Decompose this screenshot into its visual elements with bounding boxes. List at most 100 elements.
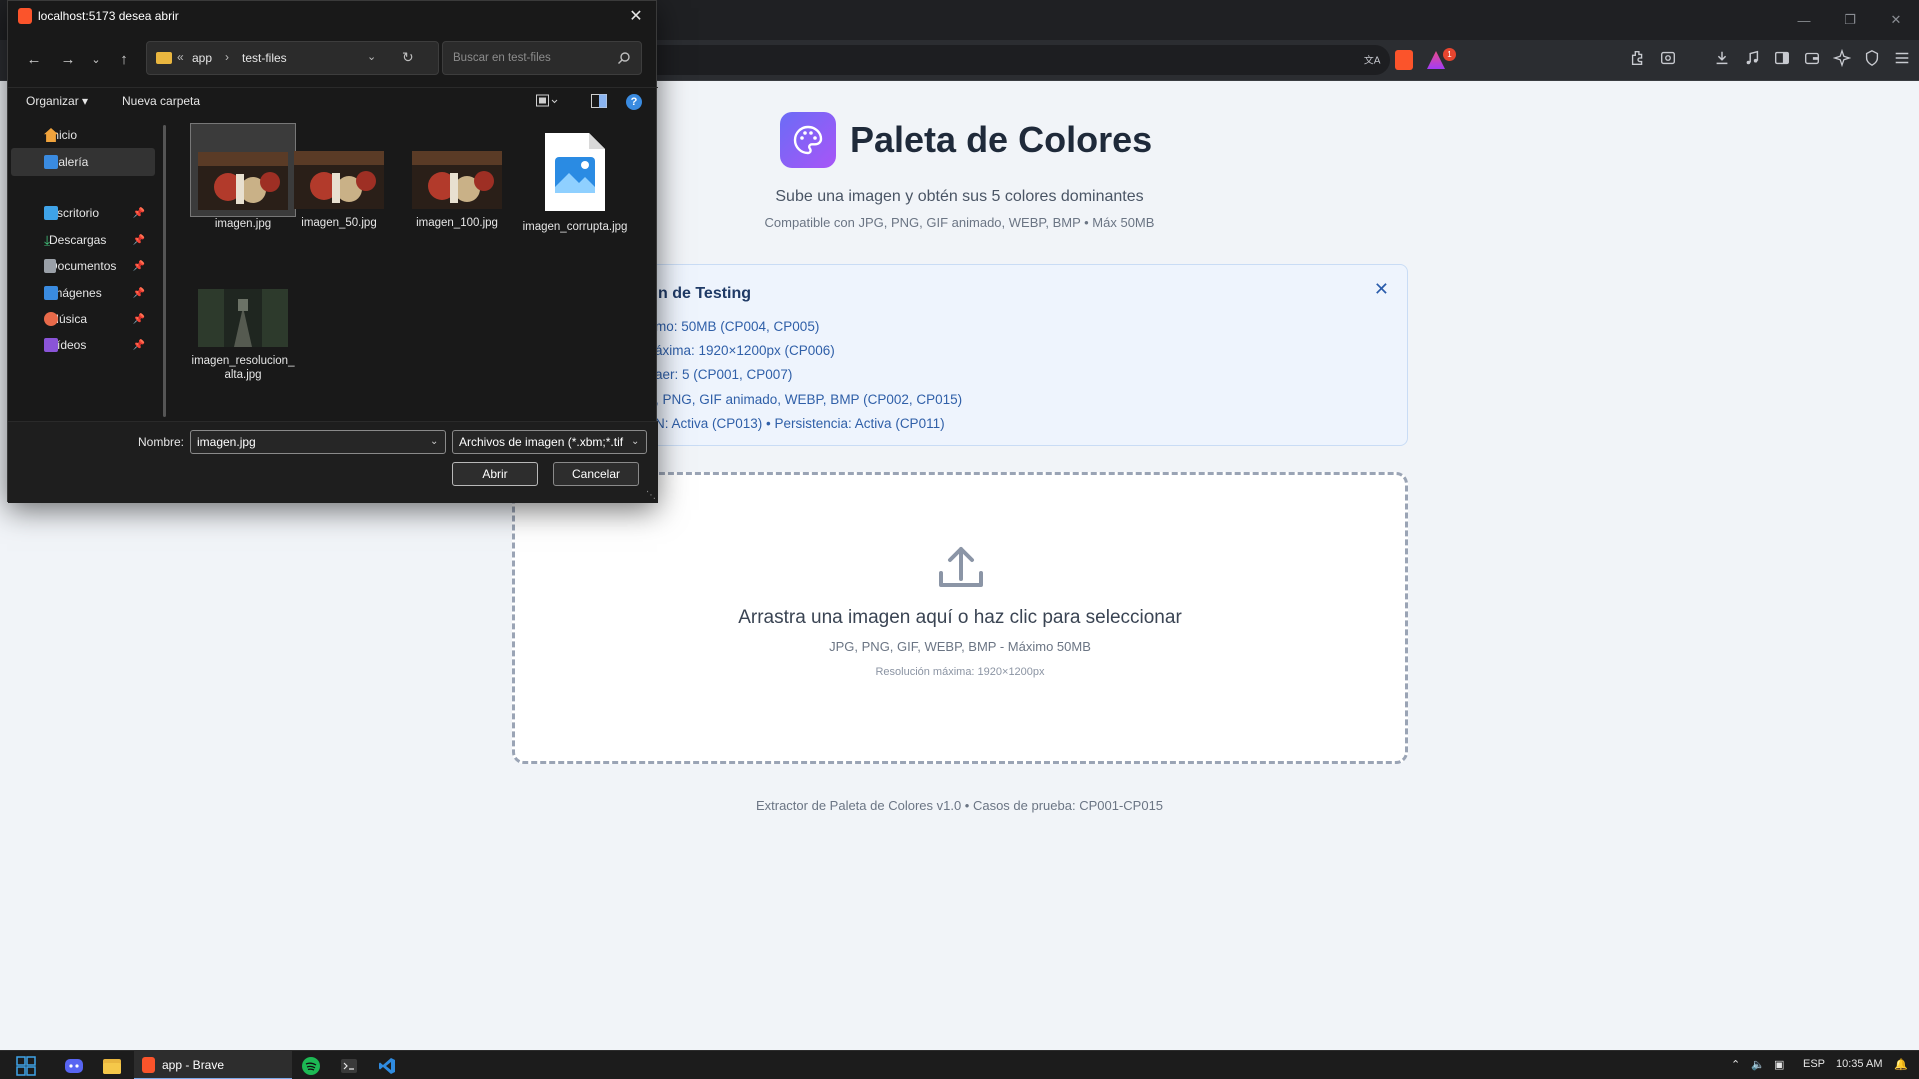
close-window-icon[interactable]: ✕ <box>1873 0 1919 40</box>
gallery-icon <box>44 155 58 169</box>
tray-overflow-icon[interactable]: ⌃ <box>1731 1058 1740 1071</box>
sidebar-item-imagenes[interactable]: Imágenes 📌 <box>11 279 155 307</box>
address-bar[interactable] <box>640 45 1390 75</box>
chevron-down-icon[interactable]: ⌄ <box>86 49 106 69</box>
page-title: Paleta de Colores <box>850 119 1153 160</box>
leo-ai-icon[interactable] <box>1832 48 1852 68</box>
browser-toolbar-icons <box>1628 48 1912 68</box>
download-icon: ⤓ <box>44 232 51 248</box>
file-item-imagen-100[interactable]: imagen_100.jpg <box>404 151 510 230</box>
image-dropzone[interactable]: Arrastra una imagen aquí o haz clic para… <box>512 472 1408 764</box>
music-icon <box>44 312 58 326</box>
pin-icon: 📌 <box>132 287 145 299</box>
close-icon[interactable]: ✕ <box>1374 279 1389 300</box>
sidebar-scrollbar[interactable] <box>163 125 166 417</box>
file-type-select[interactable]: Archivos de imagen (*.xbm;*.tif <box>452 430 647 454</box>
chevron-down-icon[interactable]: ⌄ <box>631 436 639 447</box>
sidebar-item-documentos[interactable]: Documentos 📌 <box>11 252 155 280</box>
dialog-sidebar: Inicio Galería Escritorio 📌 ⤓ Descargas … <box>8 121 156 421</box>
screenshot-icon[interactable] <box>1658 48 1678 68</box>
sidebar-toggle-icon[interactable] <box>1772 48 1792 68</box>
file-explorer-icon[interactable] <box>101 1055 123 1077</box>
file-item-imagen-50[interactable]: imagen_50.jpg <box>286 151 392 230</box>
file-list: imagen.jpg imagen_50.jpg imagen_100.jpg <box>173 121 653 421</box>
pin-icon: 📌 <box>132 234 145 246</box>
refresh-icon[interactable]: ↻ <box>402 49 414 66</box>
testing-item: áxima: 1920×1200px (CP006) <box>655 343 835 359</box>
page-footer: Extractor de Paleta de Colores v1.0 • Ca… <box>755 798 1164 813</box>
chevron-down-icon[interactable]: ⌄ <box>430 436 438 447</box>
folder-icon <box>156 52 172 64</box>
wallet-icon[interactable] <box>1802 48 1822 68</box>
overflow-chevron-icon[interactable]: « <box>177 50 184 64</box>
sidebar-item-escritorio[interactable]: Escritorio 📌 <box>11 199 155 227</box>
new-folder-button[interactable]: Nueva carpeta <box>122 94 200 108</box>
file-item-imagen-resolucion-alta[interactable]: imagen_resolucion_alta.jpg <box>190 289 296 382</box>
extensions-icon[interactable] <box>1628 48 1648 68</box>
videos-icon <box>44 338 58 352</box>
brave-logo-icon <box>142 1057 155 1073</box>
taskbar-brave-app[interactable]: app - Brave <box>134 1051 292 1079</box>
open-button[interactable]: Abrir <box>452 462 538 486</box>
translate-icon[interactable]: 文A <box>1362 50 1382 70</box>
chevron-down-icon[interactable]: ⌄ <box>367 50 376 63</box>
back-arrow-icon[interactable]: ← <box>24 49 44 69</box>
brave-shields-icon[interactable] <box>1394 50 1414 70</box>
path-segment-test-files[interactable]: test-files <box>242 51 287 65</box>
preview-pane-icon[interactable] <box>591 94 607 111</box>
forward-arrow-icon[interactable]: → <box>58 49 78 69</box>
search-placeholder: Buscar en test-files <box>453 52 551 64</box>
view-options-icon[interactable] <box>536 94 558 111</box>
image-thumbnail <box>412 151 502 209</box>
sidebar-item-inicio[interactable]: Inicio <box>11 121 155 149</box>
brave-logo-icon <box>18 8 32 24</box>
language-indicator[interactable]: ESP <box>1803 1058 1825 1070</box>
sidebar-item-videos[interactable]: Vídeos 📌 <box>11 331 155 359</box>
vpn-shield-icon[interactable] <box>1862 48 1882 68</box>
urlbar-icons: 文A <box>1362 50 1446 70</box>
path-segment-app[interactable]: app <box>192 51 212 65</box>
close-icon[interactable]: ✕ <box>624 4 648 28</box>
media-icon[interactable] <box>1742 48 1762 68</box>
resize-grip-icon[interactable]: ⋱ <box>646 490 656 501</box>
notifications-bell-icon[interactable]: 🔔 <box>1894 1058 1908 1071</box>
clock[interactable]: 10:35 AM <box>1836 1058 1882 1070</box>
menu-icon[interactable] <box>1892 48 1912 68</box>
up-arrow-icon[interactable]: ↑ <box>114 49 134 69</box>
downloads-icon[interactable] <box>1712 48 1732 68</box>
testing-title: n de Testing <box>658 285 752 302</box>
terminal-icon[interactable] <box>338 1055 360 1077</box>
discord-icon[interactable] <box>63 1055 85 1077</box>
dialog-footer: Nombre: imagen.jpg ⌄ Archivos de imagen … <box>8 421 658 503</box>
dialog-title: localhost:5173 desea abrir <box>38 9 179 23</box>
organize-button[interactable]: Organizar ▾ <box>26 94 88 108</box>
help-icon[interactable]: ? <box>626 94 642 110</box>
svg-text:文A: 文A <box>1364 54 1381 67</box>
vscode-icon[interactable] <box>376 1055 398 1077</box>
volume-icon[interactable]: 🔈 <box>1751 1058 1765 1071</box>
path-bar[interactable]: « app › test-files ⌄ ↻ <box>146 41 439 75</box>
upload-icon <box>939 547 983 587</box>
image-thumbnail <box>294 151 384 209</box>
dropzone-instruction: Arrastra una imagen aquí o haz clic para… <box>738 607 1182 628</box>
pin-icon: 📌 <box>132 313 145 325</box>
file-name: imagen_50.jpg <box>301 217 377 229</box>
file-item-imagen-corrupta[interactable]: imagen_corrupta.jpg <box>522 131 628 234</box>
image-thumbnail <box>198 289 288 347</box>
app-header: Paleta de Colores <box>780 112 1152 168</box>
search-input[interactable]: Buscar en test-files <box>442 41 642 75</box>
cancel-button[interactable]: Cancelar <box>553 462 639 486</box>
sidebar-item-galeria[interactable]: Galería <box>11 148 155 176</box>
restore-icon[interactable]: ❐ <box>1827 0 1873 40</box>
dialog-nav-row: ← → ⌄ ↑ « app › test-files ⌄ ↻ Buscar en… <box>8 41 658 77</box>
network-icon[interactable]: ▣ <box>1774 1058 1784 1071</box>
search-icon <box>618 52 630 64</box>
dialog-command-bar: Organizar ▾ Nueva carpeta ? <box>8 87 658 115</box>
file-item-imagen[interactable]: imagen.jpg <box>190 123 296 230</box>
start-icon[interactable] <box>15 1055 37 1077</box>
minimize-icon[interactable]: — <box>1781 0 1827 40</box>
file-name-input[interactable]: imagen.jpg <box>190 430 446 454</box>
sidebar-item-musica[interactable]: Música 📌 <box>11 305 155 333</box>
sidebar-item-descargas[interactable]: ⤓ Descargas 📌 <box>11 226 155 254</box>
spotify-icon[interactable] <box>300 1055 322 1077</box>
